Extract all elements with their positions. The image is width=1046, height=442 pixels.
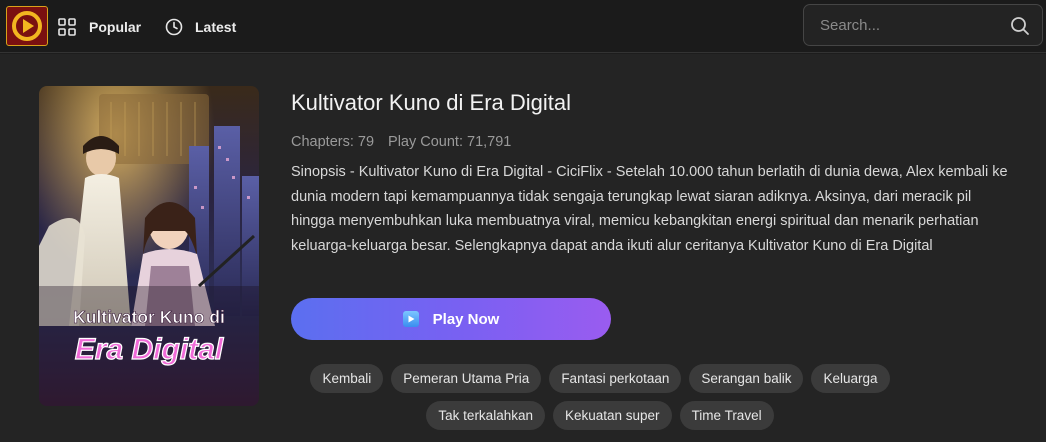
play-now-label: Play Now xyxy=(432,310,500,328)
tag-chip[interactable]: Kekuatan super xyxy=(552,401,672,430)
nav-popular-label: Popular xyxy=(89,18,142,35)
detail-section: Kultivator Kuno di Era Digital Kultivato… xyxy=(0,54,1046,442)
search-box xyxy=(803,4,1043,46)
poster-artwork: Kultivator Kuno di Era Digital xyxy=(39,86,259,406)
tag-chip[interactable]: Keluarga xyxy=(811,364,890,393)
play-count: Play Count: 71,791 xyxy=(388,134,512,150)
page-title: Kultivator Kuno di Era Digital xyxy=(291,90,572,115)
tag-list: Kembali Pemeran Utama Pria Fantasi perko… xyxy=(310,364,890,430)
top-header: Popular Latest xyxy=(0,0,1046,53)
play-logo-icon xyxy=(12,11,42,41)
tag-chip[interactable]: Pemeran Utama Pria xyxy=(391,364,542,393)
synopsis-text: Sinopsis - Kultivator Kuno di Era Digita… xyxy=(291,164,1008,254)
site-logo[interactable] xyxy=(6,6,48,46)
clock-icon xyxy=(165,18,183,35)
tag-chip[interactable]: Kembali xyxy=(310,364,384,393)
play-icon xyxy=(402,311,419,327)
tag-chip[interactable]: Fantasi perkotaan xyxy=(549,364,682,393)
nav-latest[interactable]: Latest xyxy=(165,0,236,53)
tag-chip[interactable]: Tak terkalahkan xyxy=(426,401,545,430)
nav-popular[interactable]: Popular xyxy=(57,0,141,53)
tag-chip[interactable]: Time Travel xyxy=(679,401,774,430)
poster-title-line2: Era Digital xyxy=(75,333,224,366)
chapters-count: Chapters: 79 xyxy=(291,134,375,150)
grid-icon xyxy=(58,17,76,36)
tag-chip[interactable]: Serangan balik xyxy=(689,364,804,393)
meta-info: Chapters: 79 Play Count: 71,791 xyxy=(291,134,511,150)
search-icon[interactable] xyxy=(1010,16,1030,36)
search-input[interactable] xyxy=(804,5,1004,45)
nav-latest-label: Latest xyxy=(195,18,237,35)
poster-image[interactable]: Kultivator Kuno di Era Digital xyxy=(39,86,259,406)
play-now-button[interactable]: Play Now xyxy=(291,298,611,340)
poster-title-line1: Kultivator Kuno di xyxy=(73,307,225,327)
